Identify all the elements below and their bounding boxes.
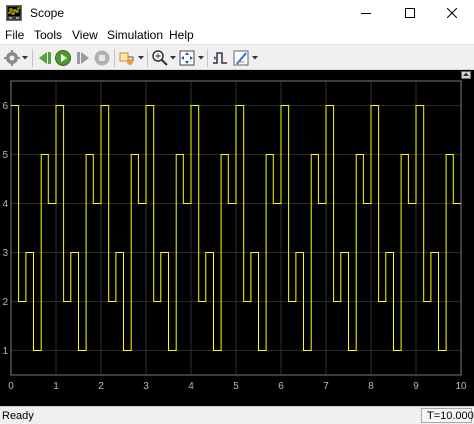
zoom-in-icon: [152, 50, 168, 66]
step-back-icon: [39, 52, 51, 64]
highlight-block-button[interactable]: [118, 49, 136, 67]
run-button[interactable]: [54, 49, 72, 67]
run-icon: [55, 50, 71, 66]
scope-plot: 0 1 2 3 4 5 6 7 8 9 10 1 2 3 4 5 6: [2, 80, 467, 392]
autoscale-axes-icon: [179, 50, 195, 66]
x-tick-label: 4: [188, 381, 194, 392]
maximize-button[interactable]: [388, 0, 432, 26]
dropdown-arrow-icon: [252, 56, 258, 60]
maximize-icon: [405, 8, 415, 18]
menu-bar: File Tools View Simulation Help: [0, 26, 474, 44]
cursor-measurements-icon: [233, 50, 249, 66]
toolbar-separator: [147, 49, 148, 67]
menu-help[interactable]: Help: [169, 28, 194, 42]
x-tick-label: 9: [413, 381, 419, 392]
y-tick-label: 6: [2, 101, 8, 112]
x-tick-label: 1: [53, 381, 59, 392]
dropdown-arrow-icon: [170, 56, 176, 60]
autoscale-dropdown[interactable]: [197, 50, 205, 66]
measurements-dropdown[interactable]: [251, 50, 259, 66]
dropdown-arrow-icon: [22, 56, 28, 60]
status-text: Ready: [2, 410, 34, 422]
step-forward-button[interactable]: [74, 49, 92, 67]
highlight-simulink-block-icon: [119, 52, 134, 65]
y-tick-label: 3: [2, 248, 8, 259]
menu-file[interactable]: File: [5, 28, 24, 42]
toolbar-separator: [114, 49, 115, 67]
cursor-measurements-button[interactable]: [232, 49, 250, 67]
zoom-dropdown[interactable]: [169, 50, 177, 66]
step-back-button[interactable]: [36, 49, 54, 67]
menu-simulation[interactable]: Simulation: [107, 28, 163, 42]
trigger-button[interactable]: [211, 49, 229, 67]
toolbar: [0, 44, 474, 70]
undock-icon[interactable]: [461, 71, 471, 79]
highlight-dropdown[interactable]: [137, 50, 145, 66]
minimize-button[interactable]: [344, 0, 388, 26]
settings-gear-icon: [4, 50, 20, 66]
autoscale-button[interactable]: [178, 49, 196, 67]
dropdown-arrow-icon: [138, 56, 144, 60]
scope-display: 0 1 2 3 4 5 6 7 8 9 10 1 2 3 4 5 6: [0, 70, 474, 406]
close-icon: [447, 8, 457, 18]
y-tick-label: 4: [2, 199, 8, 210]
x-tick-labels: 0 1 2 3 4 5 6 7 8 9 10: [8, 381, 467, 392]
stop-button[interactable]: [93, 49, 111, 67]
x-tick-label: 5: [233, 381, 239, 392]
scope-app-icon: [6, 5, 22, 21]
window-title: Scope: [30, 6, 65, 20]
y-tick-labels: 1 2 3 4 5 6: [2, 101, 8, 357]
x-tick-label: 6: [278, 381, 284, 392]
toolbar-separator: [32, 49, 33, 67]
x-tick-label: 7: [323, 381, 329, 392]
x-tick-label: 3: [143, 381, 149, 392]
status-bar: Ready T=10.000: [0, 406, 474, 424]
stop-icon: [94, 50, 110, 66]
simulation-time-box: T=10.000: [421, 408, 474, 423]
title-bar: Scope: [0, 0, 474, 26]
minimize-icon: [361, 13, 371, 14]
zoom-in-button[interactable]: [151, 49, 169, 67]
menu-tools[interactable]: Tools: [34, 28, 62, 42]
dropdown-arrow-icon: [198, 56, 204, 60]
toolbar-separator: [207, 49, 208, 67]
x-tick-label: 2: [98, 381, 104, 392]
y-tick-label: 1: [2, 346, 8, 357]
x-tick-label: 8: [368, 381, 374, 392]
step-forward-icon: [77, 52, 89, 64]
menu-view[interactable]: View: [72, 28, 98, 42]
settings-dropdown[interactable]: [21, 50, 29, 66]
close-button[interactable]: [430, 0, 474, 26]
settings-button[interactable]: [3, 49, 21, 67]
x-tick-label: 10: [455, 381, 467, 392]
simulation-time: T=10.000: [427, 410, 474, 422]
y-tick-label: 2: [2, 297, 8, 308]
signal-trigger-icon: [213, 52, 227, 64]
y-tick-label: 5: [2, 150, 8, 161]
x-tick-label: 0: [8, 381, 14, 392]
